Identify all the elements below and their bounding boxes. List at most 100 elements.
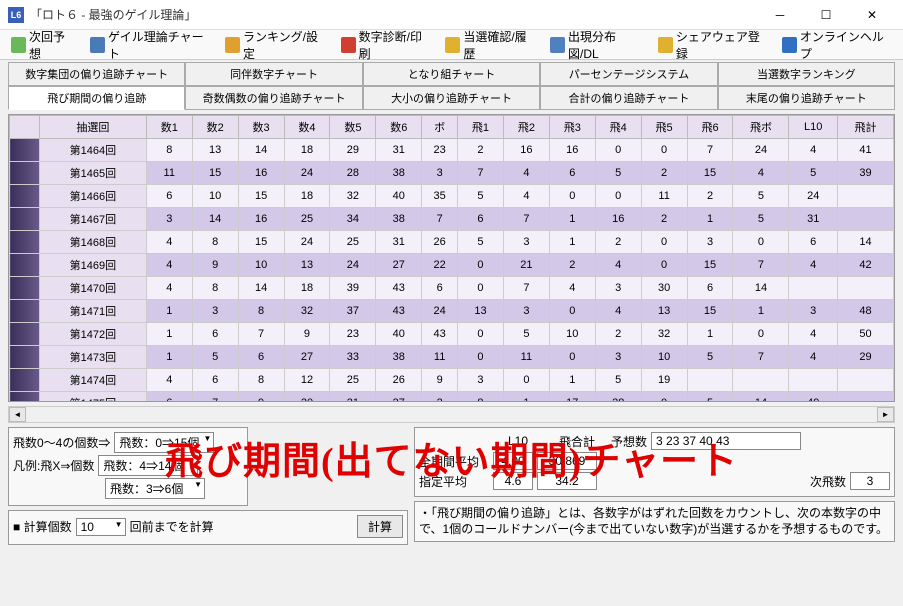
cell [687, 369, 733, 392]
col-header[interactable]: 飛5 [641, 116, 687, 139]
col-header[interactable]: 飛3 [549, 116, 595, 139]
cell: 16 [549, 139, 595, 162]
cell: 2 [687, 185, 733, 208]
table-row[interactable]: 第1464回81314182931232161600724441 [10, 139, 894, 162]
total-header: 飛合計 [547, 433, 607, 450]
count-select-1[interactable]: 飛数：0⇒15個 [114, 432, 214, 453]
row-header [10, 346, 40, 369]
cell: 39 [330, 277, 376, 300]
scroll-right-button[interactable]: ► [877, 407, 894, 422]
table-row[interactable]: 第1473回15627333811011031057429 [10, 346, 894, 369]
cell: 35 [422, 185, 458, 208]
col-header[interactable]: 数2 [192, 116, 238, 139]
draw-number: 第1465回 [40, 162, 147, 185]
tab-数字集団の偏り追跡チャート[interactable]: 数字集団の偏り追跡チャート [8, 62, 185, 86]
cell: 32 [330, 185, 376, 208]
allperiod-total: 30.869 [537, 452, 597, 470]
tab-row-lower: 飛び期間の偏り追跡奇数偶数の偏り追跡チャート大小の偏り追跡チャート合計の偏り追跡… [0, 86, 903, 110]
row-header [10, 231, 40, 254]
cell: 6 [789, 231, 837, 254]
table-row[interactable]: 第1472回1679234043051023210450 [10, 323, 894, 346]
next-skip-label: 次飛数 [810, 473, 846, 490]
count-select-3[interactable]: 飛数：3⇒6個 [105, 478, 205, 499]
toolbar-5[interactable]: 出現分布図/DL [543, 24, 649, 66]
row-header [10, 300, 40, 323]
allperiod-l10: 4.00 [493, 452, 533, 470]
tab-末尾の偏り追跡チャート[interactable]: 末尾の偏り追跡チャート [718, 86, 895, 110]
toolbar-0[interactable]: 次回予想 [4, 24, 81, 66]
toolbar-7[interactable]: オンラインヘルプ [775, 24, 897, 66]
tab-当選数字ランキング[interactable]: 当選数字ランキング [718, 62, 895, 86]
prediction-label: 予想数 [611, 433, 647, 450]
col-header[interactable]: 数6 [376, 116, 422, 139]
cell: 49 [789, 392, 837, 403]
row-header [10, 254, 40, 277]
table-row[interactable]: 第1466回61015183240355400112524 [10, 185, 894, 208]
cell: 3 [503, 300, 549, 323]
cell: 5 [458, 185, 504, 208]
col-header[interactable]: 数4 [284, 116, 330, 139]
table-row[interactable]: 第1471回138323743241330413151348 [10, 300, 894, 323]
table-row[interactable]: 第1474回4681225269301519 [10, 369, 894, 392]
cell: 1 [549, 231, 595, 254]
cell: 6 [549, 162, 595, 185]
col-header[interactable]: 飛1 [458, 116, 504, 139]
col-header[interactable]: ボ [422, 116, 458, 139]
draw-number: 第1468回 [40, 231, 147, 254]
col-header[interactable]: 飛2 [503, 116, 549, 139]
cell: 5 [789, 162, 837, 185]
toolbar-icon [225, 37, 240, 53]
cell: 24 [284, 162, 330, 185]
cell: 30 [641, 277, 687, 300]
toolbar-icon [90, 37, 105, 53]
calc-count-select[interactable]: 10 [76, 518, 126, 536]
toolbar-2[interactable]: ランキング/設定 [218, 24, 332, 66]
cell: 37 [330, 300, 376, 323]
col-header[interactable]: 数3 [238, 116, 284, 139]
toolbar-1[interactable]: ゲイル理論チャート [83, 24, 216, 66]
table-row[interactable]: 第1475回6792021272811728051449 [10, 392, 894, 403]
toolbar-icon [782, 37, 797, 53]
tab-となり組チャート[interactable]: となり組チャート [363, 62, 540, 86]
col-header[interactable]: 飛4 [595, 116, 641, 139]
table-row[interactable]: 第1469回491013242722021240157442 [10, 254, 894, 277]
toolbar-4[interactable]: 当選確認/履歴 [438, 24, 541, 66]
horizontal-scrollbar[interactable]: ◄ ► [8, 406, 895, 423]
cell: 9 [284, 323, 330, 346]
cell: 1 [733, 300, 789, 323]
data-grid[interactable]: 抽選回数1数2数3数4数5数6ボ飛1飛2飛3飛4飛5飛6飛ボL10飛計第1464… [8, 114, 895, 402]
tab-パーセンテージシステム[interactable]: パーセンテージシステム [540, 62, 717, 86]
toolbar-label: 当選確認/履歴 [463, 28, 534, 62]
col-header[interactable]: 飛ボ [733, 116, 789, 139]
col-header[interactable]: L10 [789, 116, 837, 139]
col-header[interactable]: 飛6 [687, 116, 733, 139]
tab-同伴数字チャート[interactable]: 同伴数字チャート [185, 62, 362, 86]
toolbar-3[interactable]: 数字診断/印刷 [334, 24, 437, 66]
table-row[interactable]: 第1470回48141839436074330614 [10, 277, 894, 300]
col-header[interactable]: 飛計 [837, 116, 893, 139]
cell: 3 [687, 231, 733, 254]
cell: 17 [549, 392, 595, 403]
draw-number: 第1472回 [40, 323, 147, 346]
cell: 1 [687, 208, 733, 231]
table-row[interactable]: 第1465回111516242838374652154539 [10, 162, 894, 185]
count-select-2[interactable]: 飛数：4⇒14個 [98, 455, 198, 476]
cell: 0 [549, 346, 595, 369]
col-header[interactable]: 数1 [146, 116, 192, 139]
cell: 1 [687, 323, 733, 346]
table-row[interactable]: 第1467回3141625343876711621531 [10, 208, 894, 231]
scroll-left-button[interactable]: ◄ [9, 407, 26, 422]
toolbar-6[interactable]: シェアウェア登録 [651, 24, 773, 66]
table-row[interactable]: 第1468回4815242531265312030614 [10, 231, 894, 254]
cell: 31 [376, 231, 422, 254]
calc-button[interactable]: 計算 [357, 515, 403, 538]
toolbar-label: 出現分布図/DL [568, 28, 642, 62]
tab-大小の偏り追跡チャート[interactable]: 大小の偏り追跡チャート [363, 86, 540, 110]
tab-奇数偶数の偏り追跡チャート[interactable]: 奇数偶数の偏り追跡チャート [185, 86, 362, 110]
col-header[interactable]: 数5 [330, 116, 376, 139]
cell: 8 [146, 139, 192, 162]
tab-合計の偏り追跡チャート[interactable]: 合計の偏り追跡チャート [540, 86, 717, 110]
col-header[interactable]: 抽選回 [40, 116, 147, 139]
cell: 4 [146, 277, 192, 300]
tab-飛び期間の偏り追跡[interactable]: 飛び期間の偏り追跡 [8, 86, 185, 110]
